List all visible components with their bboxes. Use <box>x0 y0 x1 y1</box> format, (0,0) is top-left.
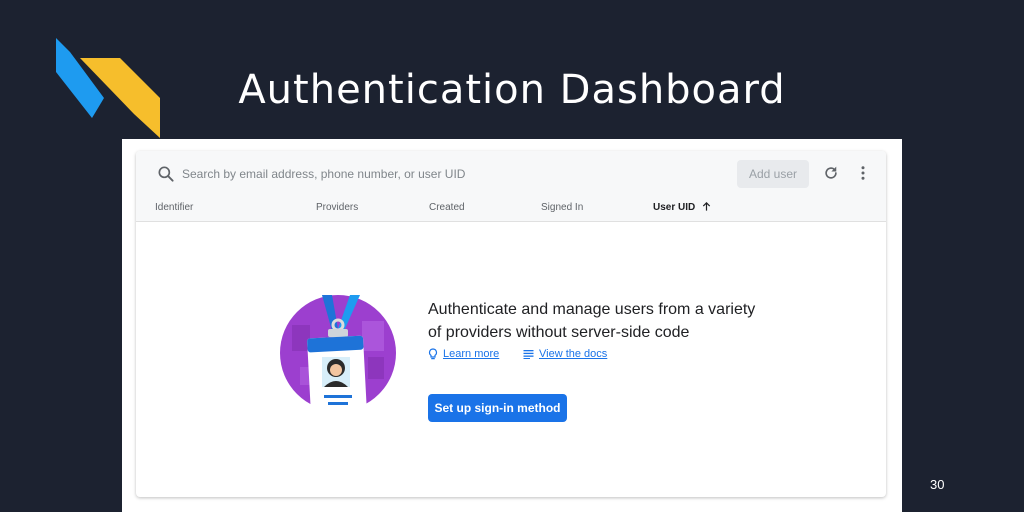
users-card: Add user Identifier Providers Created Si… <box>136 151 886 497</box>
refresh-icon[interactable] <box>822 164 840 182</box>
view-docs-label: View the docs <box>539 348 608 360</box>
id-badge-illustration <box>280 295 396 417</box>
docs-list-icon <box>523 350 534 359</box>
add-user-button[interactable]: Add user <box>737 160 809 188</box>
learn-more-label: Learn more <box>443 348 500 360</box>
page-number: 30 <box>930 477 945 492</box>
column-header-user-uid[interactable]: User UID <box>653 201 712 213</box>
slide-title: Authentication Dashboard <box>238 66 786 113</box>
lightbulb-icon <box>428 348 438 360</box>
column-header-created[interactable]: Created <box>429 202 465 213</box>
column-header-user-uid-label: User UID <box>653 202 696 213</box>
column-header-identifier[interactable]: Identifier <box>155 202 193 213</box>
sort-ascending-icon <box>702 201 711 211</box>
empty-state-title: Authenticate and manage users from a var… <box>428 301 756 341</box>
column-header-signed-in[interactable]: Signed In <box>541 202 583 213</box>
learn-more-link[interactable]: Learn more <box>428 348 499 360</box>
view-docs-link[interactable]: View the docs <box>523 348 607 360</box>
auth-dashboard-screenshot: Add user Identifier Providers Created Si… <box>122 139 902 512</box>
users-table-header: Add user Identifier Providers Created Si… <box>136 151 886 222</box>
column-header-providers[interactable]: Providers <box>316 202 358 213</box>
set-up-sign-in-method-button[interactable]: Set up sign-in method <box>428 394 567 422</box>
search-icon <box>158 166 174 182</box>
search-input[interactable] <box>182 163 652 185</box>
more-vert-icon[interactable] <box>854 164 872 182</box>
